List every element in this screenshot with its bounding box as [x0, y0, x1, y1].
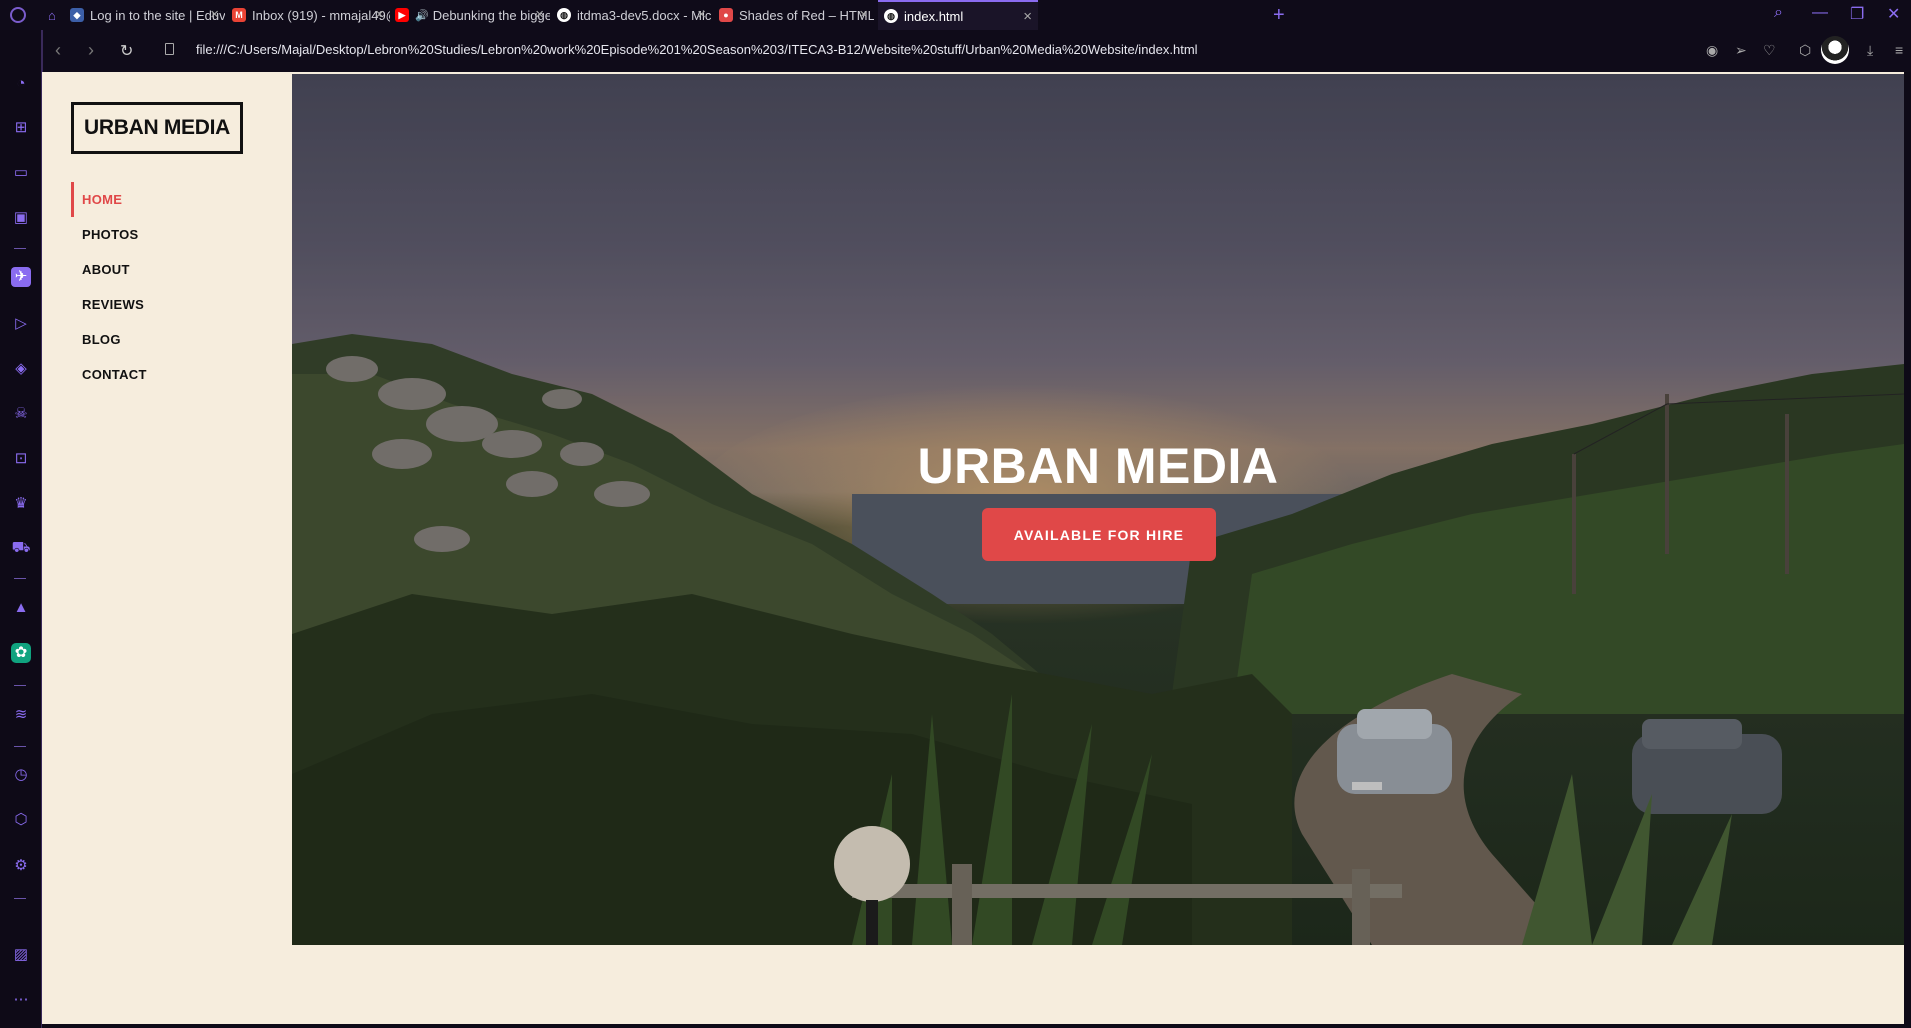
- controller-icon[interactable]: ⊡: [11, 449, 31, 469]
- box-icon[interactable]: ⬡: [1799, 42, 1811, 59]
- tiktok-icon[interactable]: ▣: [11, 208, 31, 228]
- browser-sidebar: ◔ ⊞ ▭ ▣ ✈ ▷ ◈ ☠ ⊡ ♛ ⛟ ▲ ✿ ≋ ◷ ⬡ ⚙ ▨ ⋯: [0, 30, 42, 1028]
- settings-icon[interactable]: ⚙: [11, 856, 31, 876]
- tab-docx[interactable]: ◍ itdma3-dev5.docx - Micros ×: [557, 0, 712, 30]
- tab-gmail[interactable]: M Inbox (919) - mmajal49@g ×: [232, 0, 390, 30]
- opera-logo-icon[interactable]: [10, 7, 26, 23]
- web-page: URBAN MEDIA HOME PHOTOS ABOUT REVIEWS BL…: [42, 72, 1904, 1024]
- youtube-icon: ▶: [395, 8, 409, 22]
- close-icon[interactable]: ×: [210, 7, 219, 22]
- close-icon[interactable]: ×: [535, 7, 544, 22]
- red-favicon-icon: ●: [719, 8, 733, 22]
- search-tabs-icon[interactable]: ⌕: [1774, 4, 1783, 22]
- close-icon[interactable]: ×: [375, 7, 384, 22]
- twitch-icon[interactable]: ▭: [11, 163, 31, 183]
- close-icon[interactable]: ×: [1023, 9, 1032, 24]
- restore-icon[interactable]: ❐: [1850, 4, 1864, 24]
- speed-dial-icon[interactable]: ◔: [11, 74, 31, 94]
- tab-youtube[interactable]: ▶ 🔊 Debunking the biggest ×: [395, 0, 550, 30]
- nav-about[interactable]: ABOUT: [71, 252, 271, 287]
- gallery-icon[interactable]: ▨: [11, 945, 31, 965]
- url-field[interactable]: file:///C:/Users/Majal/Desktop/Lebron%20…: [196, 42, 1198, 57]
- new-tab-button[interactable]: +: [1273, 4, 1285, 27]
- hero-banner: URBAN MEDIA AVAILABLE FOR HIRE: [292, 74, 1904, 945]
- tab-island-icon[interactable]: ⌂: [48, 0, 60, 30]
- extensions-icon[interactable]: ⬡: [11, 810, 31, 830]
- minimize-icon[interactable]: —: [1812, 4, 1828, 22]
- site-logo[interactable]: URBAN MEDIA: [71, 102, 243, 154]
- aria-icon[interactable]: ▲: [11, 598, 31, 618]
- player-icon[interactable]: ▷: [11, 314, 31, 334]
- tab-bar: ⌂ ◆ Log in to the site | Eduvos × M Inbo…: [0, 0, 1911, 31]
- reload-icon[interactable]: ↻: [120, 41, 133, 61]
- bag-icon[interactable]: ⊞: [11, 118, 31, 138]
- tab-index-html[interactable]: ◍ index.html ×: [878, 0, 1038, 30]
- address-bar: ‹ › ↻ file:///C:/Users/Majal/Desktop/Leb…: [42, 30, 1911, 72]
- globe-icon: ◍: [557, 8, 571, 22]
- shield-icon: ◆: [70, 8, 84, 22]
- globe-icon: ◍: [884, 9, 898, 23]
- close-icon[interactable]: ×: [697, 7, 706, 22]
- nav-home[interactable]: HOME: [71, 182, 271, 217]
- forward-icon[interactable]: ›: [88, 40, 94, 61]
- back-icon[interactable]: ‹: [55, 40, 61, 61]
- close-icon[interactable]: ×: [859, 7, 868, 22]
- close-window-icon[interactable]: ✕: [1887, 4, 1900, 24]
- hero-title: URBAN MEDIA: [917, 438, 1279, 494]
- rocket-icon[interactable]: ✈: [11, 267, 31, 287]
- crown-icon[interactable]: ♛: [11, 494, 31, 514]
- spotify-icon[interactable]: ≋: [11, 705, 31, 725]
- site-nav: HOME PHOTOS ABOUT REVIEWS BLOG CONTACT: [71, 182, 271, 392]
- sled-icon[interactable]: ⛟: [11, 538, 31, 558]
- game-icon[interactable]: ◈: [11, 359, 31, 379]
- tab-shades-of-red[interactable]: ● Shades of Red – HTML Colo ×: [719, 0, 874, 30]
- download-icon[interactable]: ⤓: [1867, 42, 1873, 59]
- tab-eduvos[interactable]: ◆ Log in to the site | Eduvos ×: [70, 0, 225, 30]
- available-for-hire-button[interactable]: AVAILABLE FOR HIRE: [982, 508, 1216, 561]
- nav-contact[interactable]: CONTACT: [71, 357, 271, 392]
- more-icon[interactable]: ⋯: [11, 990, 31, 1010]
- skull-icon[interactable]: ☠: [11, 404, 31, 424]
- nav-blog[interactable]: BLOG: [71, 322, 271, 357]
- nav-photos[interactable]: PHOTOS: [71, 217, 271, 252]
- file-icon: [165, 43, 174, 55]
- chatgpt-icon[interactable]: ✿: [11, 643, 31, 663]
- send-icon[interactable]: ➢: [1735, 42, 1747, 59]
- history-icon[interactable]: ◷: [11, 765, 31, 785]
- profile-avatar[interactable]: [1821, 36, 1849, 64]
- gmail-icon: M: [232, 8, 246, 22]
- menu-icon[interactable]: ≡: [1895, 42, 1903, 58]
- speaker-icon[interactable]: 🔊: [415, 9, 429, 22]
- nav-reviews[interactable]: REVIEWS: [71, 287, 271, 322]
- heart-icon[interactable]: ♡: [1763, 42, 1776, 59]
- camera-icon[interactable]: ◉: [1706, 42, 1718, 59]
